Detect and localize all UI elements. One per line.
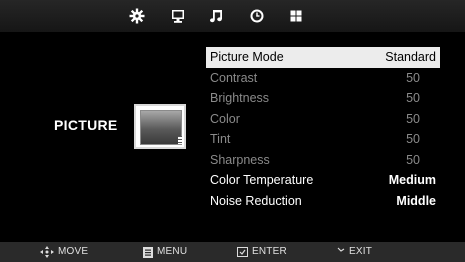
- menu-item-noise-reduction[interactable]: Noise Reduction Middle: [206, 191, 440, 212]
- category-bar: [0, 0, 465, 32]
- menu-item-value: Middle: [396, 193, 436, 208]
- tv-picture-icon: [134, 104, 186, 149]
- enter-key-icon: [237, 247, 248, 257]
- menu-item-label: Brightness: [210, 91, 270, 105]
- clock-icon[interactable]: [247, 6, 267, 26]
- menu-item-value: Standard: [385, 50, 436, 64]
- menu-item-value: 50: [406, 132, 420, 146]
- move-label: MOVE: [58, 246, 89, 257]
- gear-icon[interactable]: [127, 6, 147, 26]
- music-note-icon[interactable]: [206, 6, 226, 26]
- move-hint: MOVE: [40, 246, 88, 258]
- menu-item-label: Sharpness: [210, 152, 270, 167]
- menu-item-label: Contrast: [210, 70, 258, 85]
- exit-label: EXIT: [349, 246, 373, 257]
- section-title: PICTURE: [54, 117, 118, 133]
- grid-icon[interactable]: [286, 6, 306, 26]
- menu-item-color[interactable]: Color 50: [206, 109, 440, 130]
- menu-item-label: Noise Reduction: [210, 193, 302, 208]
- menu-item-brightness[interactable]: Brightness 50: [206, 88, 440, 109]
- menu-item-label: Color: [210, 111, 240, 126]
- hint-bar: MOVE MENU ENTER EXIT: [0, 242, 465, 262]
- exit-hint: EXIT: [337, 246, 372, 258]
- enter-label: ENTER: [252, 246, 287, 257]
- picture-menu: Picture Mode Standard Contrast 50 Bright…: [206, 47, 440, 211]
- menu-item-color-temperature[interactable]: Color Temperature Medium: [206, 170, 440, 191]
- enter-hint: ENTER: [237, 246, 287, 258]
- menu-item-label: Picture Mode: [210, 50, 284, 64]
- menu-item-contrast[interactable]: Contrast 50: [206, 68, 440, 89]
- menu-hint: MENU: [143, 246, 187, 258]
- monitor-icon[interactable]: [168, 6, 188, 26]
- menu-item-value: 50: [406, 152, 420, 167]
- menu-item-value: 50: [406, 91, 420, 105]
- move-arrows-icon: [40, 246, 54, 258]
- menu-label: MENU: [157, 246, 188, 257]
- menu-key-icon: [143, 246, 153, 258]
- menu-item-value: Medium: [388, 173, 436, 187]
- menu-item-value: 50: [406, 111, 420, 126]
- menu-item-label: Tint: [210, 132, 231, 146]
- menu-item-picture-mode[interactable]: Picture Mode Standard: [206, 47, 440, 68]
- exit-arrow-icon: [337, 247, 345, 252]
- menu-item-sharpness[interactable]: Sharpness 50: [206, 150, 440, 171]
- menu-item-value: 50: [406, 70, 420, 85]
- menu-item-tint[interactable]: Tint 50: [206, 129, 440, 150]
- menu-item-label: Color Temperature: [210, 173, 314, 187]
